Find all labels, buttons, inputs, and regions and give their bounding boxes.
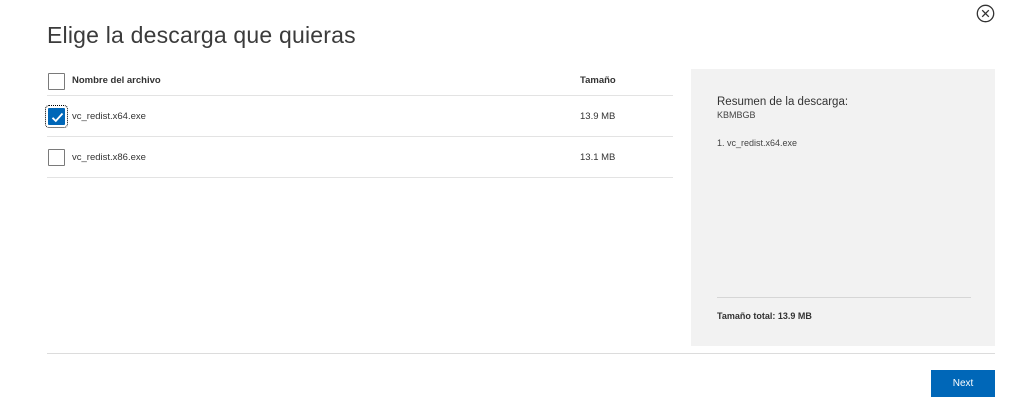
download-dialog: Elige la descarga que quieras Nombre del… <box>0 0 1024 408</box>
header-name: Nombre del archivo <box>72 75 161 86</box>
file-checkbox-x64[interactable] <box>45 105 68 128</box>
select-all-checkbox[interactable] <box>48 73 65 90</box>
summary-item: 1. vc_redist.x64.exe <box>717 138 798 148</box>
summary-divider <box>717 297 971 298</box>
file-table: Nombre del archivo Tamaño vc_redist.x64.… <box>45 68 673 178</box>
dialog-title: Elige la descarga que quieras <box>47 22 356 48</box>
file-size: 13.9 MB <box>580 111 616 122</box>
header-size: Tamaño <box>580 75 616 86</box>
next-button[interactable]: Next <box>931 370 995 397</box>
table-header-row: Nombre del archivo Tamaño <box>47 68 673 96</box>
close-icon <box>976 4 995 23</box>
close-button[interactable] <box>976 4 995 23</box>
file-name: vc_redist.x86.exe <box>72 152 146 163</box>
file-size: 13.1 MB <box>580 152 616 163</box>
summary-title: Resumen de la descarga: <box>717 96 849 108</box>
footer-divider <box>47 353 995 354</box>
table-row[interactable]: vc_redist.x86.exe 13.1 MB <box>47 137 673 178</box>
checkmark-icon <box>51 112 64 123</box>
file-checkbox-x86[interactable] <box>48 149 65 166</box>
summary-kb-code: KBMBGB <box>717 110 756 120</box>
download-summary-panel: Resumen de la descarga: KBMBGB 1. vc_red… <box>691 69 995 346</box>
table-row[interactable]: vc_redist.x64.exe 13.9 MB <box>45 96 673 137</box>
summary-total-size: Tamaño total: 13.9 MB <box>717 311 812 321</box>
file-name: vc_redist.x64.exe <box>72 111 146 122</box>
